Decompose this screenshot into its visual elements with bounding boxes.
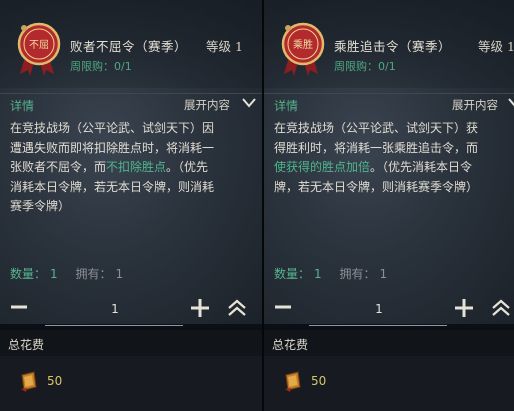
description-text: 。（优先 <box>166 160 209 174</box>
chevron-down-icon[interactable] <box>242 98 256 108</box>
description-line: 在竞技战场（公平论武、试剑天下）获 <box>274 119 514 139</box>
minus-icon[interactable] <box>274 298 292 316</box>
description-text: 在竞技战场（公平论武、试剑天下）因 <box>10 121 215 135</box>
item-name: 败者不屈令（赛季） <box>70 39 188 54</box>
description-line: 遭遇失败而即将扣除胜点时，将消耗一 <box>10 139 260 159</box>
stepper-underline <box>309 325 447 326</box>
total-cost-label: 总花费 <box>8 338 45 352</box>
detail-label: 详情 <box>10 99 35 113</box>
quantity-stepper[interactable]: 1 <box>100 302 130 316</box>
owned-label: 拥有： <box>339 267 376 281</box>
seal-text: 不屈 <box>29 39 49 51</box>
detail-label: 详情 <box>274 99 299 113</box>
expand-content-button[interactable]: 展开内容 <box>184 97 230 113</box>
plus-icon[interactable] <box>454 298 474 318</box>
quantity-stepper[interactable]: 1 <box>364 302 394 316</box>
item-level: 等级 1 <box>206 39 243 54</box>
quantity-info: 数量： 1 拥有： 1 <box>10 265 123 282</box>
description-line: 在竞技战场（公平论武、试剑天下）因 <box>10 119 260 139</box>
quantity-value: 1 <box>50 267 58 281</box>
description-text: 得胜利时，将消耗一张乘胜追击令，而 <box>274 140 479 155</box>
description-line: 张败者不屈令，而不扣除胜点。（优先 <box>10 158 260 178</box>
quantity-value: 1 <box>314 267 322 281</box>
total-cost-label: 总花费 <box>272 338 309 352</box>
weekly-limit: 周限购：0/1 <box>70 60 132 73</box>
shop-item-panel-left: 不屈 败者不屈令（赛季） 等级 1 周限购：0/1 详情 展开内容 在竞技战场（… <box>0 0 262 411</box>
description-text: 。（优先消耗本日令 <box>370 160 473 174</box>
section-divider <box>264 93 514 94</box>
seal-token-icon: 不屈 <box>17 22 61 76</box>
quantity-label: 数量： <box>10 267 47 281</box>
price-value: 50 <box>47 374 63 388</box>
description-text: 张败者不屈令，而 <box>10 160 107 174</box>
max-chevrons-icon[interactable] <box>490 299 512 317</box>
seal-text: 乘胜 <box>293 39 313 51</box>
description-text: 赛季令牌） <box>10 199 71 213</box>
shop-item-panel-right: 乘胜 乘胜追击令（赛季） 等级 1 周限购：0/1 详情 展开内容 在竞技战场（… <box>264 0 514 411</box>
description-line: 牌，若无本日令牌，则消耗赛季令牌） <box>274 178 514 198</box>
currency-coin-icon <box>285 371 301 392</box>
item-name: 乘胜追击令（赛季） <box>334 39 452 54</box>
description-line: 赛季令牌） <box>10 197 260 217</box>
description-text: 消耗本日令牌，若无本日令牌，则消耗 <box>10 179 215 194</box>
owned-value: 1 <box>115 267 124 281</box>
item-description: 在竞技战场（公平论武、试剑天下）获 得胜利时，将消耗一张乘胜追击令，而 使获得的胜点… <box>274 119 514 197</box>
quantity-info: 数量： 1 拥有： 1 <box>274 265 387 282</box>
price-value: 50 <box>311 374 327 388</box>
description-line: 得胜利时，将消耗一张乘胜追击令，而 <box>274 139 514 159</box>
stepper-underline <box>45 325 183 326</box>
chevron-down-icon[interactable] <box>508 98 514 108</box>
seal-token-icon: 乘胜 <box>281 22 325 76</box>
description-line: 使获得的胜点加倍。（优先消耗本日令 <box>274 158 514 178</box>
weekly-limit: 周限购：0/1 <box>334 60 396 73</box>
description-text: 牌，若无本日令牌，则消耗赛季令牌） <box>274 179 479 194</box>
minus-icon[interactable] <box>10 298 28 316</box>
description-text: 在竞技战场（公平论武、试剑天下）获 <box>274 121 479 135</box>
owned-label: 拥有： <box>75 267 112 281</box>
plus-icon[interactable] <box>190 298 210 318</box>
currency-coin-icon <box>21 371 37 392</box>
item-description: 在竞技战场（公平论武、试剑天下）因 遭遇失败而即将扣除胜点时，将消耗一 张败者不屈令… <box>10 119 260 217</box>
owned-value: 1 <box>379 267 388 281</box>
description-text: 遭遇失败而即将扣除胜点时，将消耗一 <box>10 140 215 155</box>
description-highlight: 不扣除胜点 <box>106 160 167 174</box>
description-highlight: 使获得的胜点加倍 <box>274 160 371 174</box>
section-divider <box>0 93 262 94</box>
description-line: 消耗本日令牌，若无本日令牌，则消耗 <box>10 178 260 198</box>
item-level: 等级 1 <box>478 39 514 54</box>
price-area <box>0 356 262 411</box>
quantity-label: 数量： <box>274 267 311 281</box>
expand-content-button[interactable]: 展开内容 <box>452 97 498 113</box>
max-chevrons-icon[interactable] <box>226 299 248 317</box>
